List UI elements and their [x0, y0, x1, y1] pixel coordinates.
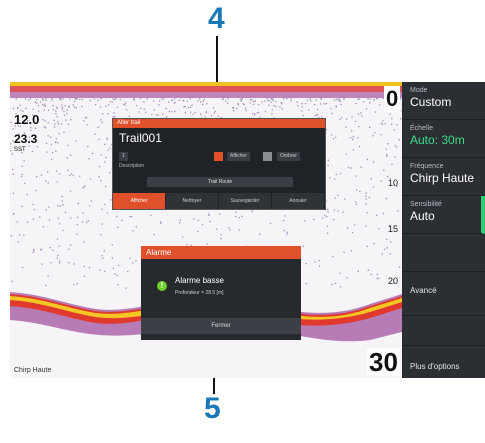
trail-number-field[interactable]: 1 — [119, 152, 128, 161]
menu-item-value: Chirp Haute — [410, 171, 475, 185]
callout-number-5: 5 — [204, 392, 221, 425]
scale-mark-10: 10 — [388, 178, 399, 188]
close-alarm-button[interactable]: Fermer — [141, 318, 301, 334]
depth-primary-readout: 12.0 — [14, 112, 40, 127]
sonar-side-menu: Mode Custom Échelle Auto: 30m Fréquence … — [402, 82, 485, 378]
callout-number-4: 4 — [208, 2, 225, 35]
menu-item-value: Custom — [410, 95, 452, 109]
alarm-dialog-header: Alarme — [141, 246, 301, 259]
menu-item-mode[interactable]: Mode Custom — [402, 82, 485, 120]
trail-name-field[interactable]: Trail001 — [119, 131, 162, 145]
tab-annuler[interactable]: Annuler — [272, 193, 325, 209]
tab-nettoyer[interactable]: Nettoyer — [166, 193, 219, 209]
chartplotter-screen: 12.0 23.3 SST 0 10 15 20 30 Chirp Haute … — [10, 82, 485, 378]
menu-item-label: Avancé — [410, 286, 437, 295]
range-bottom-label: 30 — [367, 347, 400, 377]
alarm-detail: Profondeur = 28.5 [m] — [175, 290, 224, 296]
trail-display-toggle[interactable]: Afficher — [227, 152, 250, 161]
menu-item-more-options[interactable]: Plus d'options — [402, 346, 485, 378]
alarm-title: Alarme basse — [175, 276, 224, 285]
menu-item-spacer — [402, 234, 485, 272]
tab-sauvegarder[interactable]: Sauvegarder — [219, 193, 272, 209]
menu-item-advanced[interactable]: Avancé — [402, 272, 485, 316]
trail-dialog-header: Aller trail — [113, 119, 325, 128]
menu-item-caption: Sensibilité — [410, 201, 442, 208]
tab-afficher[interactable]: Afficher — [113, 193, 166, 209]
menu-item-caption: Mode — [410, 87, 428, 94]
menu-item-label: Plus d'options — [410, 362, 460, 371]
menu-item-range[interactable]: Échelle Auto: 30m — [402, 120, 485, 158]
range-top-label: 0 — [384, 86, 401, 112]
menu-item-value: Auto — [410, 209, 435, 223]
alarm-dialog: Alarme ! Alarme basse Profondeur = 28.5 … — [141, 246, 301, 340]
menu-item-frequency[interactable]: Fréquence Chirp Haute — [402, 158, 485, 196]
depth-secondary-readout: 23.3 — [14, 132, 38, 146]
trail-route-button[interactable]: Trail Route — [147, 177, 293, 187]
trail-color-swatch[interactable] — [214, 152, 223, 161]
trail-dialog-tabs: Afficher Nettoyer Sauvegarder Annuler — [113, 193, 325, 209]
scale-mark-15: 15 — [388, 224, 399, 234]
depth-secondary-unit: SST — [14, 147, 26, 153]
menu-item-spacer — [402, 316, 485, 346]
trail-dialog: Aller trail Trail001 1 Afficher Ombrer D… — [112, 118, 326, 210]
menu-item-caption: Échelle — [410, 125, 433, 132]
alarm-status-icon: ! — [157, 281, 167, 291]
trail-shade-toggle[interactable]: Ombrer — [277, 152, 300, 161]
menu-item-value: Auto: 30m — [410, 133, 465, 147]
frequency-label: Chirp Haute — [14, 367, 52, 374]
trail-description-label: Description — [119, 163, 145, 169]
menu-item-caption: Fréquence — [410, 163, 444, 170]
trail-shade-swatch[interactable] — [263, 152, 272, 161]
menu-item-sensitivity[interactable]: Sensibilité Auto — [402, 196, 485, 234]
scale-mark-20: 20 — [388, 276, 399, 286]
